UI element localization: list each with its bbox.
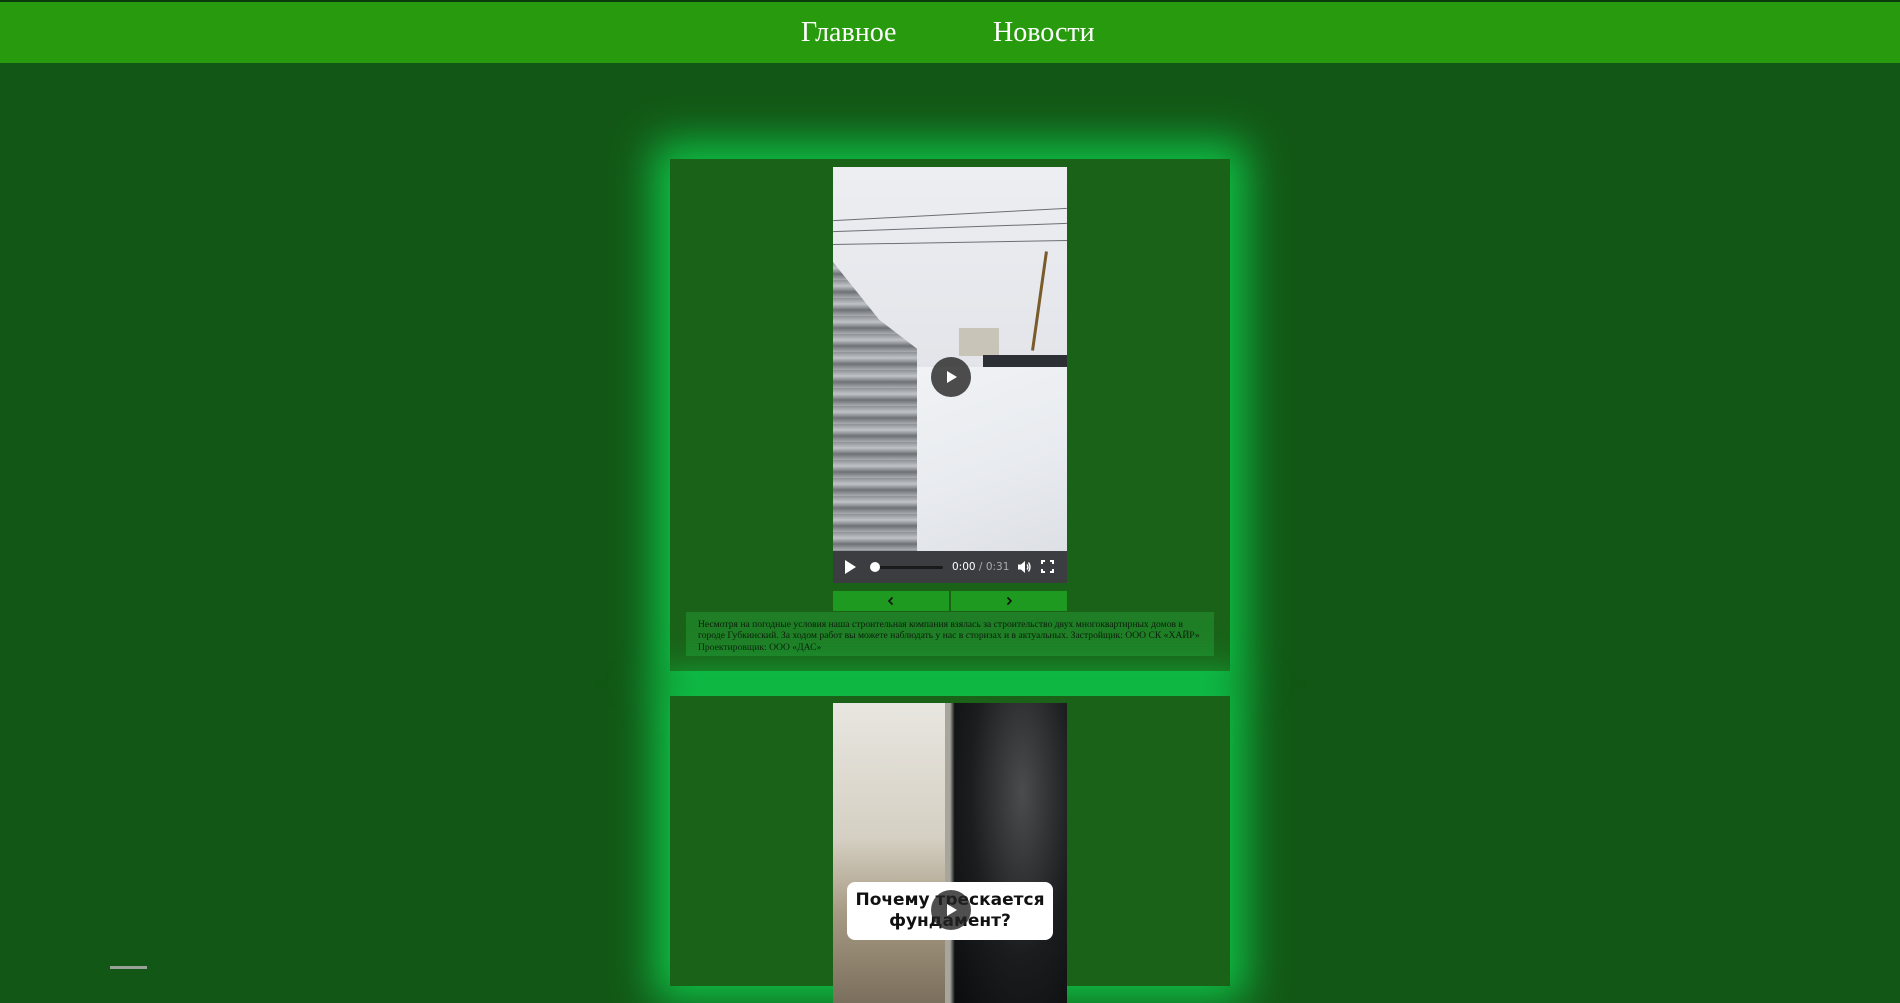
building-shape xyxy=(959,328,999,356)
concrete-slabs-stack xyxy=(833,262,917,551)
seek-slider[interactable] xyxy=(875,566,943,569)
chevron-left-icon xyxy=(887,596,894,606)
play-icon xyxy=(947,371,957,383)
power-line xyxy=(833,222,1067,233)
big-play-button[interactable] xyxy=(931,890,971,930)
news-post-card: Почему трескается фундамент? xyxy=(670,696,1230,1003)
play-icon xyxy=(947,904,957,916)
power-line xyxy=(833,207,1067,222)
next-slide-button[interactable] xyxy=(951,591,1067,611)
nav-link-news[interactable]: Новости xyxy=(993,16,1095,50)
seek-handle[interactable] xyxy=(870,562,880,572)
duration: 0:31 xyxy=(985,561,1010,573)
video-player[interactable]: Почему трескается фундамент? xyxy=(833,703,1067,1003)
power-line xyxy=(833,239,1067,246)
time-display: 0:00 / 0:31 xyxy=(952,559,1009,575)
post-caption: Несмотря на погодные условия наша строит… xyxy=(686,612,1214,656)
video-player[interactable]: 0:00 / 0:31 xyxy=(833,167,1067,611)
nav-link-home[interactable]: Главное xyxy=(801,16,896,50)
top-nav-bar: Главное Новости xyxy=(0,0,1900,63)
crane-shape xyxy=(1031,251,1048,351)
play-icon[interactable] xyxy=(845,560,856,574)
slide-navigation xyxy=(833,591,1067,611)
street-view-half xyxy=(833,703,945,1003)
current-time: 0:00 xyxy=(952,561,976,573)
foundation-wall-half xyxy=(955,703,1067,1003)
video-frame[interactable]: Почему трескается фундамент? xyxy=(833,703,1067,1003)
chevron-right-icon xyxy=(1006,596,1013,606)
prev-slide-button[interactable] xyxy=(833,591,949,611)
volume-icon[interactable] xyxy=(1017,559,1031,575)
fullscreen-icon[interactable] xyxy=(1041,560,1054,573)
time-separator: / xyxy=(975,561,986,573)
big-play-button[interactable] xyxy=(931,357,971,397)
video-controls-bar: 0:00 / 0:31 xyxy=(833,551,1067,583)
news-post-card: 0:00 / 0:31 Несмотря на погодные условия… xyxy=(670,159,1230,671)
